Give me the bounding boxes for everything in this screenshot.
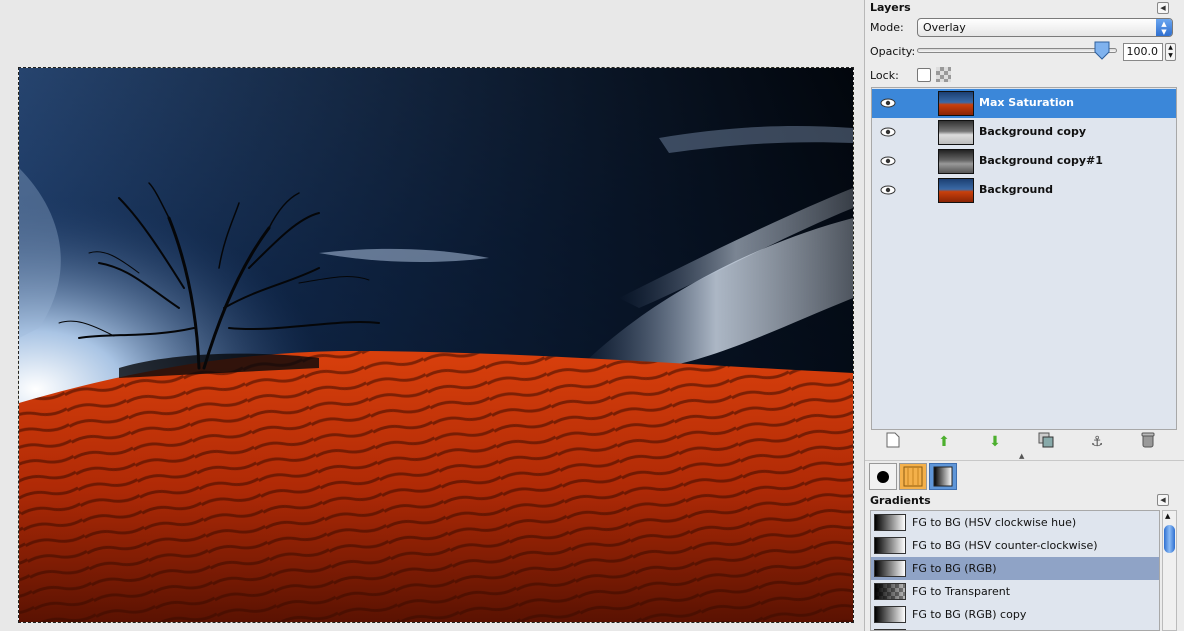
image-canvas-area[interactable] <box>0 0 862 631</box>
tab-gradients[interactable] <box>929 463 957 490</box>
layer-name: Background copy <box>979 125 1086 138</box>
chevron-up-icon[interactable]: ▲ <box>1019 452 1024 460</box>
list-item[interactable]: FG to BG (RGB) copy <box>871 603 1159 626</box>
layers-panel-menu-button[interactable]: ◀ <box>1157 2 1169 14</box>
raise-layer-icon[interactable]: ⬆ <box>934 432 954 452</box>
gradient-name: FG to BG (HSV counter-clockwise) <box>912 539 1098 552</box>
layer-thumbnail-color <box>938 178 974 203</box>
delete-layer-icon[interactable] <box>1138 432 1158 452</box>
desert-photo <box>19 68 853 622</box>
gradient-name: FG to BG (RGB) <box>912 562 997 575</box>
opacity-slider-track[interactable] <box>917 48 1117 53</box>
gradient-icon <box>933 466 953 487</box>
tab-brushes[interactable] <box>869 463 897 490</box>
gradients-scrollbar[interactable]: ▲ <box>1162 510 1177 631</box>
layer-buttons-bar: ⬆ ⬇ ⚓ <box>871 432 1177 454</box>
gradient-swatch <box>874 537 906 554</box>
opacity-slider-thumb[interactable] <box>1094 41 1110 60</box>
layer-name: Background copy#1 <box>979 154 1103 167</box>
anchor-layer-icon[interactable]: ⚓ <box>1087 432 1107 452</box>
mode-dropdown[interactable]: Overlay ▲ ▼ <box>917 18 1173 37</box>
duplicate-layer-icon[interactable] <box>1036 432 1056 452</box>
list-item[interactable] <box>871 626 1159 630</box>
list-item[interactable]: FG to BG (RGB) <box>871 557 1159 580</box>
list-item[interactable]: FG to Transparent <box>871 580 1159 603</box>
mode-label: Mode: <box>870 21 904 34</box>
dock-tab-bar <box>865 460 1184 490</box>
layer-row[interactable]: Background <box>872 176 1176 205</box>
layer-list[interactable]: Max Saturation Background copy Backgroun… <box>871 87 1177 430</box>
list-item[interactable]: FG to BG (HSV counter-clockwise) <box>871 534 1159 557</box>
opacity-label: Opacity: <box>870 45 916 58</box>
gradient-swatch <box>874 606 906 623</box>
layer-name: Max Saturation <box>979 96 1074 109</box>
gradients-panel-title: Gradients <box>870 494 931 507</box>
eye-icon[interactable] <box>880 155 896 167</box>
scrollbar-thumb[interactable] <box>1164 525 1175 553</box>
scroll-up-icon[interactable]: ▲ <box>1165 512 1170 520</box>
gradient-swatch <box>874 583 906 600</box>
eye-icon[interactable] <box>880 97 896 109</box>
tab-patterns[interactable] <box>899 463 927 490</box>
layer-thumbnail-bw-light <box>938 120 974 145</box>
layer-name: Background <box>979 183 1054 196</box>
gradients-list[interactable]: FG to BG (HSV clockwise hue) FG to BG (H… <box>870 510 1160 631</box>
layer-row[interactable]: Background copy <box>872 118 1176 147</box>
layer-thumbnail-color <box>938 91 974 116</box>
mode-value: Overlay <box>923 21 966 34</box>
gradient-swatch <box>874 560 906 577</box>
new-layer-icon[interactable] <box>883 432 903 452</box>
image-canvas[interactable] <box>18 67 854 623</box>
lower-layer-icon[interactable]: ⬇ <box>985 432 1005 452</box>
lock-label: Lock: <box>870 69 899 82</box>
lock-alpha-icon[interactable] <box>936 67 951 82</box>
list-item[interactable]: FG to BG (HSV clockwise hue) <box>871 511 1159 534</box>
gradient-swatch <box>874 514 906 531</box>
lock-pixels-checkbox[interactable] <box>917 68 931 82</box>
dock-panel: Layers ◀ Mode: Overlay ▲ ▼ Opacity: 100.0… <box>864 0 1184 631</box>
layer-row[interactable]: Background copy#1 <box>872 147 1176 176</box>
eye-icon[interactable] <box>880 184 896 196</box>
gradient-name: FG to BG (HSV clockwise hue) <box>912 516 1077 529</box>
gradient-name: FG to Transparent <box>912 585 1011 598</box>
dropdown-arrows-icon: ▲ ▼ <box>1156 19 1172 36</box>
brush-icon <box>877 471 889 483</box>
pattern-icon <box>903 466 923 487</box>
gradient-name: FG to BG (RGB) copy <box>912 608 1027 621</box>
layer-row[interactable]: Max Saturation <box>872 89 1176 118</box>
layers-panel-title: Layers <box>870 1 911 14</box>
gradients-panel-menu-button[interactable]: ◀ <box>1157 494 1169 506</box>
eye-icon[interactable] <box>880 126 896 138</box>
opacity-input[interactable]: 100.0 <box>1123 43 1163 61</box>
layer-thumbnail-bw <box>938 149 974 174</box>
opacity-spinner[interactable]: ▲ ▼ <box>1165 43 1176 61</box>
